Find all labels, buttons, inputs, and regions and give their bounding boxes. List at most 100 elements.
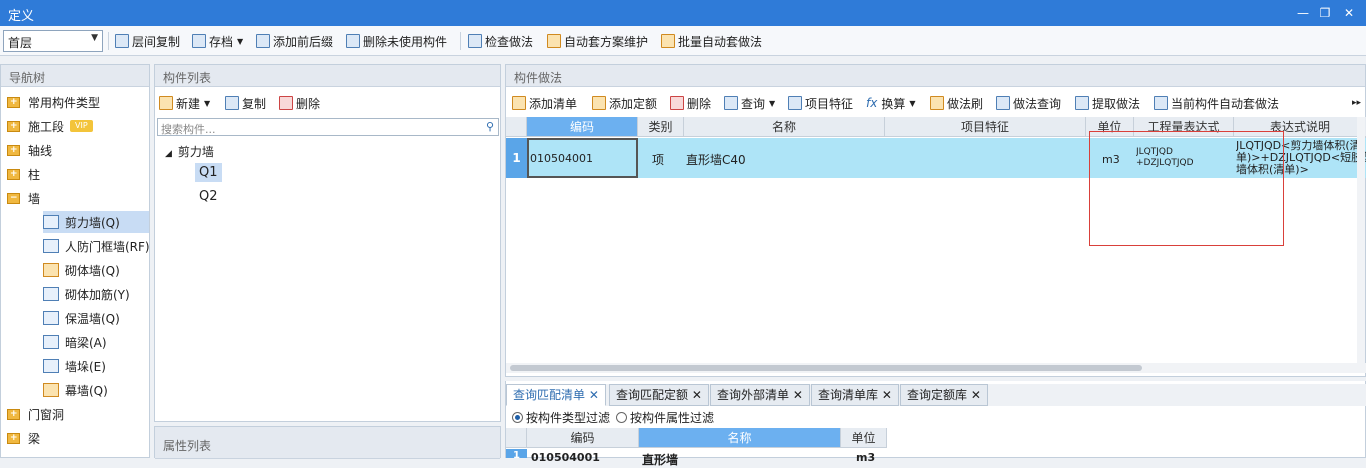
close-icon[interactable]: ✕ xyxy=(692,388,702,402)
cell-name[interactable]: 直形墙 xyxy=(642,451,678,468)
nav-item-label: 门窗洞 xyxy=(28,407,65,422)
nav-item-pilaster[interactable]: 墙垛(E) xyxy=(43,355,106,377)
current-auto-method-button[interactable]: 当前构件自动套做法 xyxy=(1154,92,1279,114)
tree-item-q1[interactable]: Q1 xyxy=(195,163,222,182)
copy-between-floors-button[interactable]: 层间复制 xyxy=(115,31,180,51)
query-button[interactable]: 查询 ▼ xyxy=(724,92,775,114)
horizontal-scrollbar[interactable] xyxy=(506,363,1366,373)
col-header-name[interactable]: 名称 xyxy=(684,117,885,137)
tab-match-quota[interactable]: 查询匹配定额 ✕ xyxy=(609,384,709,406)
filter-by-attribute-radio[interactable]: 按构件属性过滤 xyxy=(616,409,714,426)
nav-item-section[interactable]: + 施工段 VIP xyxy=(7,115,93,137)
add-list-icon xyxy=(512,96,526,110)
col-header-type[interactable]: 类别 xyxy=(638,117,684,137)
col-header-name[interactable]: 名称 xyxy=(639,428,841,448)
window-title: 定义 xyxy=(8,9,35,24)
tree-item-q2[interactable]: Q2 xyxy=(199,189,218,204)
vip-badge: VIP xyxy=(70,120,93,132)
nav-item-curtain-wall[interactable]: 幕墙(Q) xyxy=(43,379,108,401)
floor-select[interactable]: 首层 ▼ xyxy=(3,30,103,52)
tab-match-list[interactable]: 查询匹配清单 ✕ xyxy=(506,384,606,406)
nav-item-common[interactable]: + 常用构件类型 xyxy=(7,91,100,113)
convert-button[interactable]: fx 换算 ▼ xyxy=(866,92,916,114)
nav-item-beam[interactable]: + 梁 xyxy=(7,427,40,449)
row-index[interactable]: 1 xyxy=(506,138,527,178)
filter-by-type-radio[interactable]: 按构件类型过滤 xyxy=(512,409,610,426)
tree-root[interactable]: ◢ 剪力墙 xyxy=(165,143,214,160)
close-icon[interactable]: ✕ xyxy=(1338,3,1360,23)
nav-item-column[interactable]: + 柱 xyxy=(7,163,40,185)
add-list-button[interactable]: 添加清单 xyxy=(512,92,577,114)
tab-external-list[interactable]: 查询外部清单 ✕ xyxy=(710,384,810,406)
search-icon[interactable]: ⚲ xyxy=(486,120,494,133)
method-query-button[interactable]: 做法查询 xyxy=(996,92,1061,114)
nav-item-wall[interactable]: − 墙 xyxy=(7,187,40,209)
item-feature-label: 项目特征 xyxy=(805,96,854,111)
row-index[interactable]: 1 xyxy=(506,449,527,458)
cell-name[interactable]: 直形墙C40 xyxy=(686,151,746,168)
nav-item-label: 梁 xyxy=(28,431,41,446)
method-brush-button[interactable]: 做法刷 xyxy=(930,92,983,114)
item-feature-button[interactable]: 项目特征 xyxy=(788,92,853,114)
property-list-panel: 属性列表 xyxy=(154,426,501,459)
tab-list-library[interactable]: 查询清单库 ✕ xyxy=(811,384,899,406)
nav-item-shear-wall[interactable]: 剪力墙(Q) xyxy=(43,211,149,233)
folder-minus-icon: − xyxy=(7,192,20,204)
copy-icon xyxy=(225,96,239,110)
minimize-icon[interactable]: — xyxy=(1292,3,1314,23)
archive-button[interactable]: 存档 ▼ xyxy=(192,31,243,51)
new-icon xyxy=(159,96,173,110)
delete-method-button[interactable]: 删除 xyxy=(670,92,711,114)
add-prefix-suffix-button[interactable]: 添加前后缀 xyxy=(256,31,333,51)
scrollbar-thumb[interactable] xyxy=(510,365,1142,371)
close-icon[interactable]: ✕ xyxy=(971,388,981,402)
nav-item-masonry-wall[interactable]: 砌体墙(Q) xyxy=(43,259,120,281)
auto-scheme-button[interactable]: 自动套方案维护 xyxy=(547,31,648,51)
cell-code[interactable]: 010504001 xyxy=(530,152,593,165)
add-quota-icon xyxy=(592,96,606,110)
chevron-down-icon: ▼ xyxy=(204,98,211,108)
check-method-button[interactable]: 检查做法 xyxy=(468,31,533,51)
delete-unused-button[interactable]: 删除未使用构件 xyxy=(346,31,447,51)
new-component-button[interactable]: 新建 ▼ xyxy=(159,92,210,114)
query-label: 查询 xyxy=(741,96,766,111)
copy-component-button[interactable]: 复制 xyxy=(225,92,266,114)
floor-select-value: 首层 xyxy=(8,36,33,50)
close-icon[interactable]: ✕ xyxy=(793,388,803,402)
radio-checked-icon xyxy=(512,412,523,423)
component-search-input[interactable]: 搜索构件... ⚲ xyxy=(157,118,499,136)
folder-plus-icon: + xyxy=(7,408,20,420)
tab-label: 查询清单库 xyxy=(818,388,879,402)
nav-item-label: 暗梁(A) xyxy=(65,335,107,350)
col-header-feature[interactable]: 项目特征 xyxy=(885,117,1086,137)
collapse-triangle-icon[interactable]: ◢ xyxy=(165,149,172,159)
nav-item-door-window[interactable]: + 门窗洞 xyxy=(7,403,64,425)
check-icon xyxy=(468,34,482,48)
delete-component-button[interactable]: 删除 xyxy=(279,92,320,114)
col-header-code[interactable]: 编码 xyxy=(527,117,638,137)
nav-item-axis[interactable]: + 轴线 xyxy=(7,139,52,161)
fx-icon: fx xyxy=(866,96,878,110)
add-quota-label: 添加定额 xyxy=(609,96,658,111)
cell-type[interactable]: 项 xyxy=(652,151,664,168)
nav-item-insulation-wall[interactable]: 保温墙(Q) xyxy=(43,307,120,329)
toolbar-overflow-icon[interactable]: ▸▸ xyxy=(1352,92,1361,114)
tab-quota-library[interactable]: 查询定额库 ✕ xyxy=(900,384,988,406)
nav-item-civil-defense-wall[interactable]: 人防门框墙(RF) xyxy=(43,235,150,257)
nav-item-hidden-beam[interactable]: 暗梁(A) xyxy=(43,331,107,353)
add-quota-button[interactable]: 添加定额 xyxy=(592,92,657,114)
restore-icon[interactable]: ❐ xyxy=(1314,3,1336,23)
method-panel: 构件做法 添加清单 添加定额 删除 查询 ▼ 项目特征 fx 换算 ▼ 做法刷 做法查… xyxy=(505,64,1366,377)
delete-method-label: 删除 xyxy=(687,96,712,111)
extract-method-button[interactable]: 提取做法 xyxy=(1075,92,1140,114)
col-header-unit[interactable]: 单位 xyxy=(841,428,887,448)
batch-auto-method-button[interactable]: 批量自动套做法 xyxy=(661,31,762,51)
close-icon[interactable]: ✕ xyxy=(589,388,599,402)
nav-item-masonry-rebar[interactable]: 砌体加筋(Y) xyxy=(43,283,130,305)
col-header-code[interactable]: 编码 xyxy=(527,428,639,448)
copy-floors-icon xyxy=(115,34,129,48)
insulation-icon xyxy=(43,311,59,325)
toolbar-divider xyxy=(460,32,461,50)
vertical-scrollbar[interactable] xyxy=(1357,117,1365,363)
close-icon[interactable]: ✕ xyxy=(882,388,892,402)
